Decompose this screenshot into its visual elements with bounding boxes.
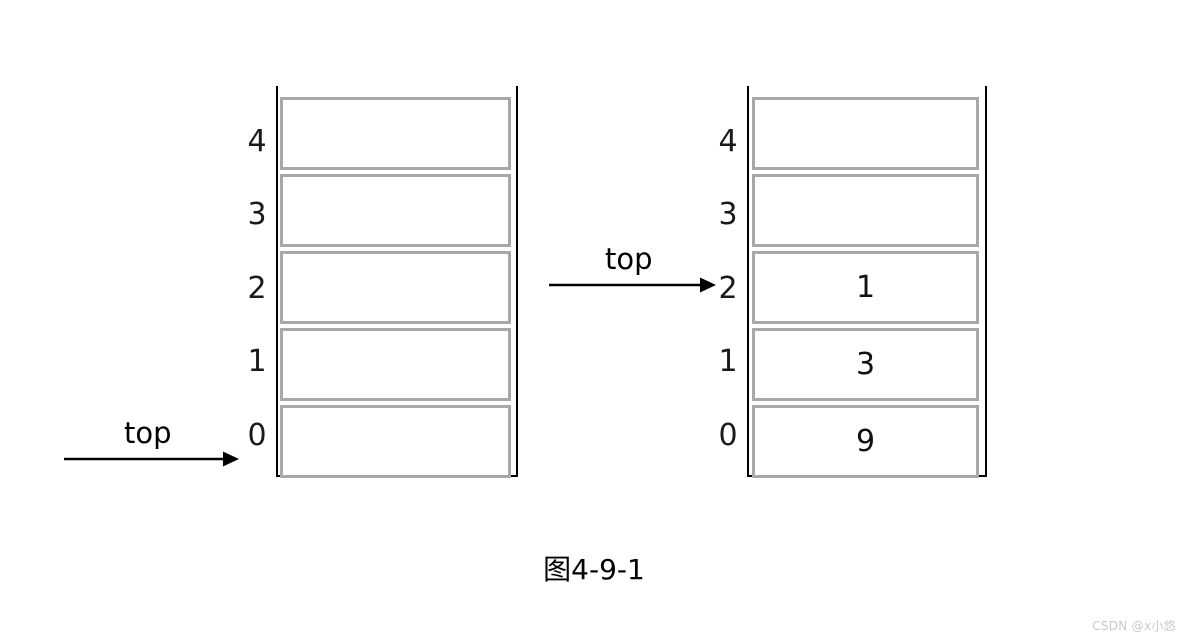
left-stack-index-1: 1	[247, 344, 267, 379]
right-stack-index-1: 1	[718, 344, 738, 379]
right-stack-index-0: 0	[718, 418, 738, 453]
left-stack-index-2: 2	[247, 271, 267, 306]
right-stack-cell-1-value: 3	[855, 346, 876, 382]
left-stack-index-column: 4 3 2 1 0	[240, 86, 274, 477]
right-stack-top-arrow-icon	[549, 277, 716, 293]
right-stack-index-3: 3	[718, 197, 738, 232]
right-stack-top-pointer: top	[545, 243, 725, 303]
right-stack-cell-2: 1	[752, 251, 979, 324]
csdn-watermark: CSDN @x小悠	[1092, 619, 1176, 633]
left-stack-index-3: 3	[247, 197, 267, 232]
left-stack-index-0: 0	[247, 418, 267, 453]
right-stack-cell-4	[752, 97, 979, 170]
right-stack-cell-1: 3	[752, 328, 979, 401]
left-stack-cell-1	[280, 328, 511, 401]
left-stack-cell-4	[280, 97, 511, 170]
right-stack-cell-0: 9	[752, 405, 979, 478]
left-stack-top-pointer: top	[60, 415, 245, 475]
right-stack-index-4: 4	[718, 124, 738, 159]
right-stack-cell-2-value: 1	[855, 269, 876, 305]
figure-caption: 图4-9-1	[543, 553, 645, 586]
left-stack-cell-0	[280, 405, 511, 478]
left-stack-top-arrow-icon	[64, 451, 239, 467]
left-stack-cells	[280, 97, 514, 478]
left-stack-cell-3	[280, 174, 511, 247]
left-stack-index-4: 4	[247, 124, 267, 159]
right-stack-cells: 1 3 9	[752, 97, 984, 478]
left-stack: 4 3 2 1 0	[240, 86, 518, 478]
right-stack-cell-0-value: 9	[855, 423, 876, 459]
figure-canvas: 4 3 2 1 0 top 4 3 2 1 0 1 3 9 top 图4-9-1…	[0, 0, 1188, 642]
right-stack: 4 3 2 1 0 1 3 9	[711, 86, 987, 478]
left-stack-top-pointer-label: top	[124, 416, 172, 450]
right-stack-cell-3	[752, 174, 979, 247]
right-stack-top-pointer-label: top	[605, 242, 653, 276]
left-stack-cell-2	[280, 251, 511, 324]
